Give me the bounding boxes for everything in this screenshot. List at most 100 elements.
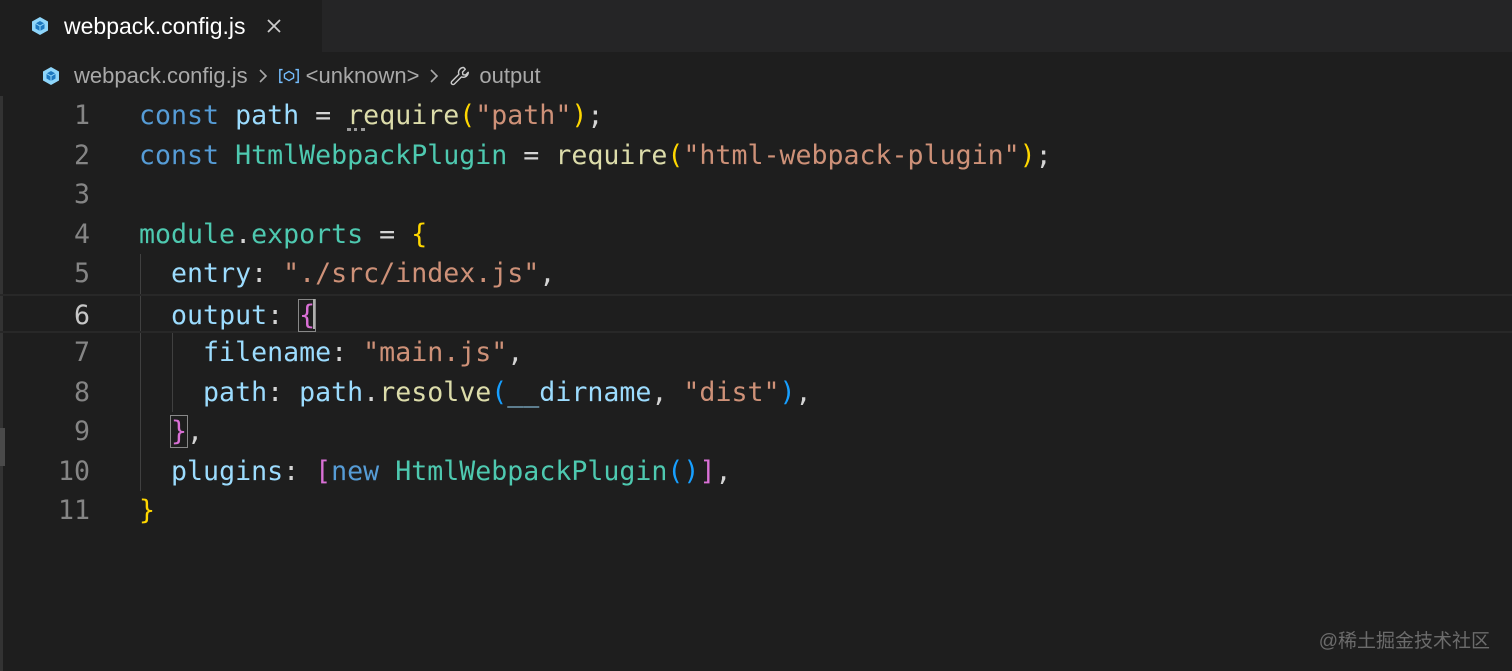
code-token: {: [411, 218, 428, 250]
code-token: ): [571, 100, 588, 131]
code-line[interactable]: 8 path: path.resolve(__dirname, "dist"),: [0, 373, 1512, 413]
code-token: path: [299, 376, 364, 408]
line-number: 4: [73, 218, 90, 250]
code-token: :: [267, 376, 300, 408]
code-token: plugins: [171, 455, 284, 487]
code-token: }: [139, 495, 156, 526]
code-line[interactable]: 4 module.exports = {: [0, 215, 1512, 255]
breadcrumb: webpack.config.js <unknown> output: [0, 56, 1512, 96]
code-text: entry: "./src/index.js",: [139, 254, 555, 294]
line-number: 5: [73, 258, 90, 289]
code-text: module.exports = {: [139, 215, 427, 255]
code-token: require: [555, 139, 668, 171]
code-text: },: [139, 412, 203, 452]
code-token: [: [315, 455, 332, 487]
code-token: =: [299, 100, 348, 131]
breadcrumb-symbol-output[interactable]: output: [479, 63, 540, 89]
code-token: path: [203, 376, 268, 408]
code-token: require: [347, 100, 460, 131]
code-token: ,: [715, 455, 732, 487]
code-token: const: [139, 100, 220, 131]
code-token: ,: [651, 376, 684, 408]
line-number: 8: [73, 376, 90, 408]
code-token: :: [251, 258, 284, 289]
code-token: =: [507, 139, 556, 171]
code-token: .: [363, 376, 380, 408]
code-line[interactable]: 5 entry: "./src/index.js",: [0, 254, 1512, 294]
code-line[interactable]: 7 filename: "main.js",: [0, 333, 1512, 373]
code-token: HtmlWebpackPlugin: [235, 139, 508, 171]
code-text: const HtmlWebpackPlugin = require("html-…: [139, 136, 1052, 176]
code-token: "main.js": [363, 337, 508, 368]
line-number: 3: [73, 179, 90, 210]
code-token: output: [171, 299, 268, 331]
code-token: ;: [587, 100, 604, 131]
breadcrumb-file[interactable]: webpack.config.js: [74, 63, 248, 89]
code-token: __dirname: [507, 376, 652, 408]
code-token: "./src/index.js": [283, 258, 540, 289]
line-number: 6: [73, 299, 90, 331]
code-token: =: [363, 218, 412, 250]
code-token: :: [283, 455, 316, 487]
code-line[interactable]: 1 const path = require("path");: [0, 96, 1512, 136]
code-text: }: [139, 491, 155, 531]
wrench-icon: [449, 65, 471, 87]
code-line[interactable]: 6 output: {: [0, 293, 1512, 336]
code-token: "html-webpack-plugin": [683, 139, 1020, 171]
code-token: (: [667, 139, 684, 171]
code-line[interactable]: 11}: [0, 491, 1512, 531]
code-token: ,: [539, 258, 556, 289]
webpack-file-icon: [40, 65, 62, 87]
code-token: "path": [475, 100, 572, 131]
line-number: 1: [73, 100, 90, 131]
code-text: const path = require("path");: [139, 96, 603, 136]
code-line[interactable]: 3: [0, 175, 1512, 215]
line-number: 9: [73, 416, 90, 447]
code-token: path: [235, 100, 300, 131]
code-token: "dist": [683, 376, 780, 408]
tab-bar: webpack.config.js: [0, 0, 1512, 52]
webpack-file-icon: [30, 16, 50, 36]
close-icon[interactable]: [264, 16, 284, 36]
code-editor[interactable]: 1 const path = require("path"); 2 const Htm…: [0, 96, 1512, 536]
line-number: 7: [73, 337, 90, 368]
line-number: 11: [57, 495, 90, 526]
chevron-right-icon: [252, 65, 274, 87]
code-token: (: [459, 100, 476, 131]
code-text: output: {: [139, 296, 317, 336]
code-line[interactable]: 10 plugins: [new HtmlWebpackPlugin()],: [0, 452, 1512, 492]
code-token: ,: [507, 337, 524, 368]
editor-tab[interactable]: webpack.config.js: [0, 0, 322, 52]
code-token: const: [139, 139, 220, 171]
code-token: exports: [251, 218, 364, 250]
code-token: HtmlWebpackPlugin: [395, 455, 668, 487]
code-token: (: [491, 376, 508, 408]
code-token: ,: [795, 376, 812, 408]
code-text: filename: "main.js",: [139, 333, 523, 373]
code-token: ): [779, 376, 796, 408]
code-token: :: [267, 299, 300, 331]
code-line[interactable]: 2 const HtmlWebpackPlugin = require("html…: [0, 136, 1512, 176]
watermark: @稀土掘金技术社区: [1318, 631, 1490, 652]
tab-label: webpack.config.js: [64, 12, 246, 39]
breadcrumb-symbol-unknown[interactable]: <unknown>: [306, 63, 420, 89]
code-token: :: [331, 337, 364, 368]
code-line[interactable]: 9 },: [0, 412, 1512, 452]
line-number: 2: [73, 139, 90, 171]
code-token: ]: [699, 455, 716, 487]
code-token: new: [331, 455, 380, 487]
code-token: resolve: [379, 376, 492, 408]
chevron-right-icon: [423, 65, 445, 87]
text-cursor: [313, 298, 315, 329]
code-token: ): [1019, 139, 1036, 171]
code-token: module: [139, 218, 236, 250]
code-text: plugins: [new HtmlWebpackPlugin()],: [139, 452, 731, 492]
